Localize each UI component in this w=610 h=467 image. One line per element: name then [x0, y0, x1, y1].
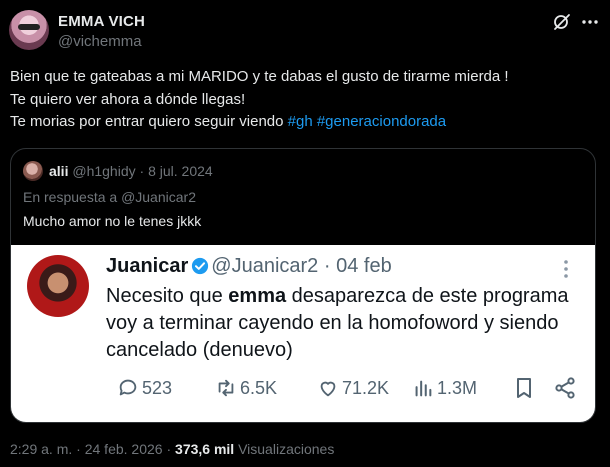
like-icon [320, 381, 336, 397]
quote-date: 8 jul. 2024 [148, 163, 213, 179]
screenshot-line-1-bold: emma [228, 285, 287, 307]
tweet-meta: 2:29 a. m. · 24 feb. 2026 · 373,6 mil Vi… [10, 441, 334, 457]
quote-text: Mucho amor no le tenes jkkk [23, 213, 202, 229]
tweet-line-3-text: Te morias por entrar quiero seguir viend… [10, 113, 288, 130]
quoted-tweet[interactable]: alii @h1ghidy · 8 jul. 2024 En respuesta… [10, 148, 596, 423]
reply-count: 523 [142, 377, 173, 398]
screenshot-line-3: cancelado (denuevo) [106, 339, 293, 361]
screenshot-replies: 523 [117, 375, 172, 401]
screenshot-line-2: voy a terminar cayendo en la homofoword … [106, 312, 559, 334]
screenshot-avatar [27, 255, 89, 317]
tweet-line-3: Te morias por entrar quiero seguir viend… [10, 111, 600, 134]
tweet-line-2: Te quiero ver ahora a dónde llegas! [10, 90, 246, 108]
author-handle[interactable]: @vichemma [58, 33, 142, 50]
reply-icon [119, 379, 137, 396]
meta-separator-1: · [76, 441, 81, 457]
quote-separator: · [139, 163, 145, 179]
verified-badge-icon [192, 257, 209, 275]
tweet-text: Bien que te gateabas a mi MARIDO y te da… [10, 66, 600, 134]
quote-author-handle: @h1ghidy [72, 163, 136, 179]
post-time[interactable]: 2:29 a. m. [10, 441, 72, 457]
grok-icon[interactable] [552, 12, 572, 32]
screenshot-likes: 71.2K [317, 375, 389, 401]
repost-count: 6.5K [240, 377, 278, 398]
screenshot-actions: 523 6.5K 71.2K 1.3M [107, 375, 577, 401]
screenshot-reposts: 6.5K [215, 375, 277, 401]
quote-avatar [23, 161, 43, 181]
embedded-tweet-screenshot[interactable]: Juanicar @Juanicar2 · 04 feb Necesito qu… [11, 245, 595, 422]
quote-reply-to: @Juanicar2 [121, 189, 196, 205]
views-total: 373,6 mil [175, 441, 235, 457]
screenshot-author-name: Juanicar [106, 255, 189, 277]
meta-separator-2: · [166, 441, 172, 457]
quote-author-name: alii [49, 163, 69, 179]
quote-reply-context: En respuesta a @Juanicar2 [23, 189, 196, 205]
screenshot-header: Juanicar @Juanicar2 · 04 feb [106, 255, 392, 278]
views-icon [415, 380, 432, 397]
screenshot-views: 1.3M [412, 375, 477, 401]
screenshot-line-1b: desaparezca de este programa [286, 285, 569, 307]
screenshot-date: 04 feb [336, 255, 392, 277]
screenshot-line-1a: Necesito que [106, 285, 229, 307]
hashtag-generaciondorada[interactable]: #generaciondorada [317, 113, 446, 130]
screenshot-more-icon [564, 260, 568, 278]
more-options-icon[interactable] [580, 12, 600, 32]
share-icon [555, 377, 575, 399]
quote-reply-prefix: En respuesta a [23, 189, 122, 205]
bookmark-icon [517, 378, 531, 398]
screenshot-author-handle: @Juanicar2 [211, 255, 319, 277]
screenshot-text: Necesito que emma desaparezca de este pr… [106, 283, 586, 364]
quote-header: alii @h1ghidy · 8 jul. 2024 [49, 163, 213, 179]
hashtag-gh[interactable]: #gh [288, 113, 313, 130]
author-avatar[interactable] [9, 10, 49, 50]
author-name[interactable]: EMMA VICH [58, 13, 145, 30]
repost-icon [218, 379, 234, 397]
screenshot-line-1: Necesito que emma desaparezca de este pr… [106, 283, 586, 310]
views-label: Visualizaciones [238, 441, 335, 457]
post-date[interactable]: 24 feb. 2026 [85, 441, 163, 457]
views-count: 1.3M [437, 377, 478, 398]
tweet-line-1: Bien que te gateabas a mi MARIDO y te da… [10, 68, 509, 85]
screenshot-separator: · [323, 255, 331, 277]
like-count: 71.2K [342, 377, 390, 398]
